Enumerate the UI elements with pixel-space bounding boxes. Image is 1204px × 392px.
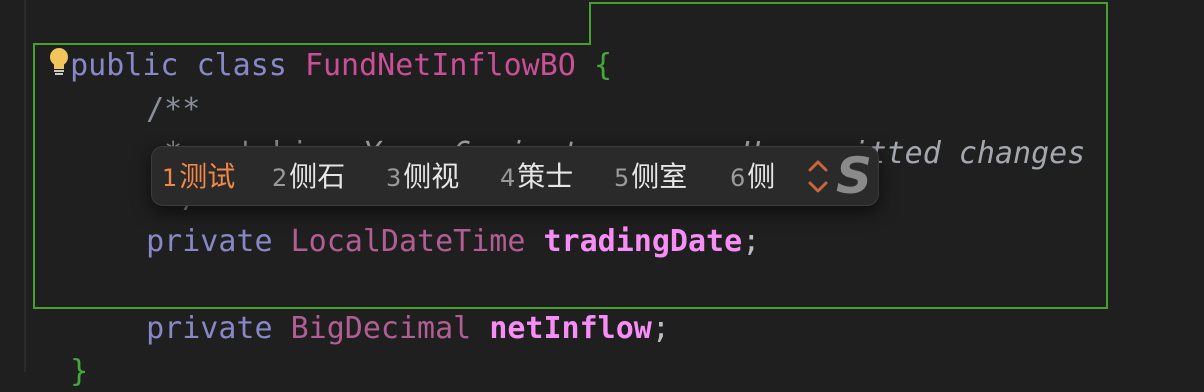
semicolon: ;: [651, 311, 670, 346]
field-name: netInflow: [489, 311, 652, 346]
open-brace: {: [593, 48, 612, 83]
code-line-class-decl[interactable]: public class FundNetInflowBO {: [34, 6, 612, 83]
semicolon: ;: [742, 224, 761, 259]
ime-candidate-2[interactable]: 2侧石: [272, 147, 345, 205]
ime-candidate-3[interactable]: 3侧视: [386, 147, 459, 205]
ime-candidate-6[interactable]: 6侧: [730, 147, 775, 205]
code-line-class-close[interactable]: }: [34, 312, 88, 389]
ime-candidate-5[interactable]: 5侧室: [614, 147, 687, 205]
field-type: LocalDateTime: [290, 224, 526, 259]
code-line-comment-open[interactable]: /**: [110, 50, 200, 127]
code-line-net-inflow[interactable]: private BigDecimal netInflow;: [110, 269, 670, 346]
class-name: FundNetInflowBO: [304, 48, 576, 83]
code-line-comment-text[interactable]: * ce'shi You, 6 minutes ago • Uncommitte…: [128, 94, 1085, 171]
field-name: tradingDate: [543, 224, 743, 259]
keyword-private: private: [146, 311, 273, 346]
ime-candidate-popup: 1测试 2侧石 3侧视 4策士 5侧室 6侧 S: [151, 146, 879, 206]
keyword-private: private: [146, 224, 273, 259]
chevron-up-down-icon[interactable]: [804, 153, 832, 199]
ime-candidate-4[interactable]: 4策士: [500, 147, 573, 205]
ime-candidate-1[interactable]: 1测试: [162, 147, 235, 205]
keyword-class: class: [196, 48, 287, 83]
field-type: BigDecimal: [290, 311, 472, 346]
ime-logo-icon: S: [836, 151, 873, 201]
